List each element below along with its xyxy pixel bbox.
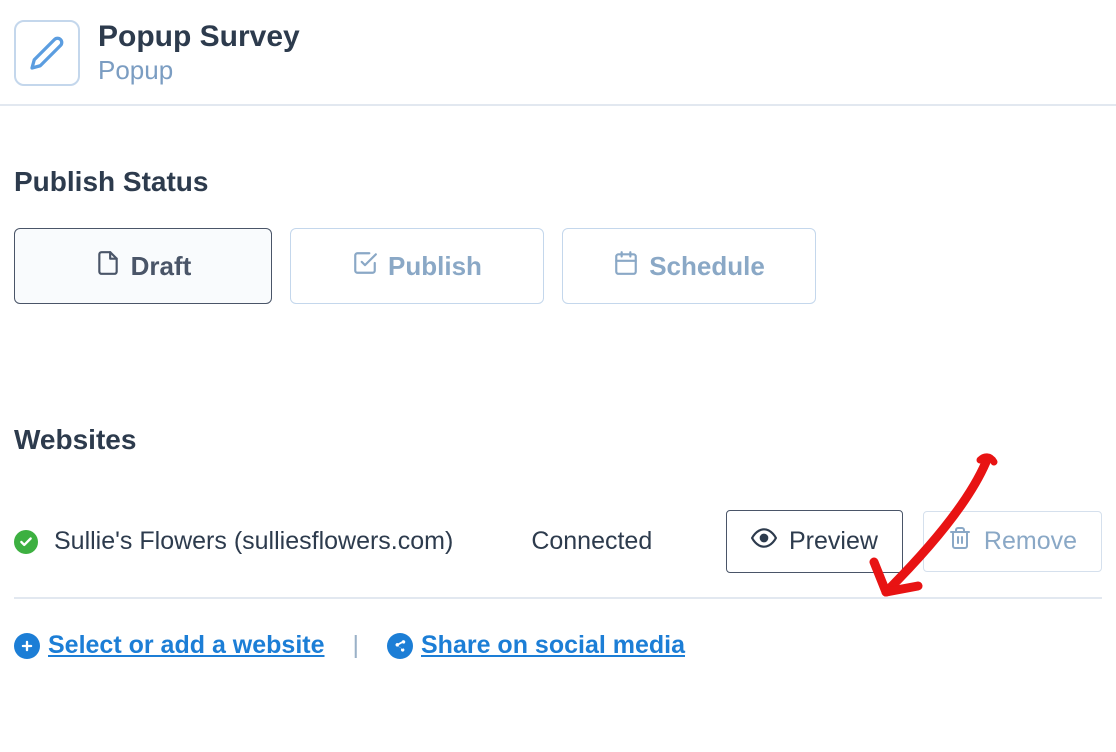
eye-icon [751, 525, 777, 558]
publish-status-heading: Publish Status [14, 166, 1102, 198]
schedule-label: Schedule [649, 251, 765, 282]
actions-separator: | [353, 631, 360, 660]
preview-button[interactable]: Preview [726, 510, 903, 573]
publish-button[interactable]: Publish [290, 228, 544, 304]
check-square-icon [352, 250, 378, 283]
publish-label: Publish [388, 251, 482, 282]
draft-label: Draft [131, 251, 192, 282]
add-website-link[interactable]: Select or add a website [14, 631, 325, 660]
divider [0, 104, 1116, 106]
website-row: Sullie's Flowers (sulliesflowers.com) Co… [14, 486, 1102, 599]
plus-circle-icon [14, 633, 40, 659]
schedule-button[interactable]: Schedule [562, 228, 816, 304]
remove-button[interactable]: Remove [923, 511, 1102, 572]
calendar-icon [613, 250, 639, 283]
preview-label: Preview [789, 527, 878, 556]
share-social-label: Share on social media [421, 631, 685, 660]
share-circle-icon [387, 633, 413, 659]
share-social-link[interactable]: Share on social media [387, 631, 685, 660]
campaign-type: Popup [98, 55, 300, 86]
websites-heading: Websites [14, 424, 1102, 456]
draft-button[interactable]: Draft [14, 228, 272, 304]
check-circle-icon [14, 530, 38, 554]
file-icon [95, 248, 121, 285]
website-actions: Select or add a website | Share on socia… [14, 631, 1102, 660]
trash-icon [948, 526, 972, 557]
status-button-group: Draft Publish Schedule [14, 228, 1102, 304]
remove-label: Remove [984, 527, 1077, 556]
header-text: Popup Survey Popup [98, 20, 300, 86]
pencil-icon [14, 20, 80, 86]
campaign-title: Popup Survey [98, 20, 300, 53]
website-name: Sullie's Flowers (sulliesflowers.com) [54, 527, 453, 556]
connection-status: Connected [531, 527, 652, 556]
add-website-label: Select or add a website [48, 631, 325, 660]
campaign-header: Popup Survey Popup [14, 20, 1102, 104]
